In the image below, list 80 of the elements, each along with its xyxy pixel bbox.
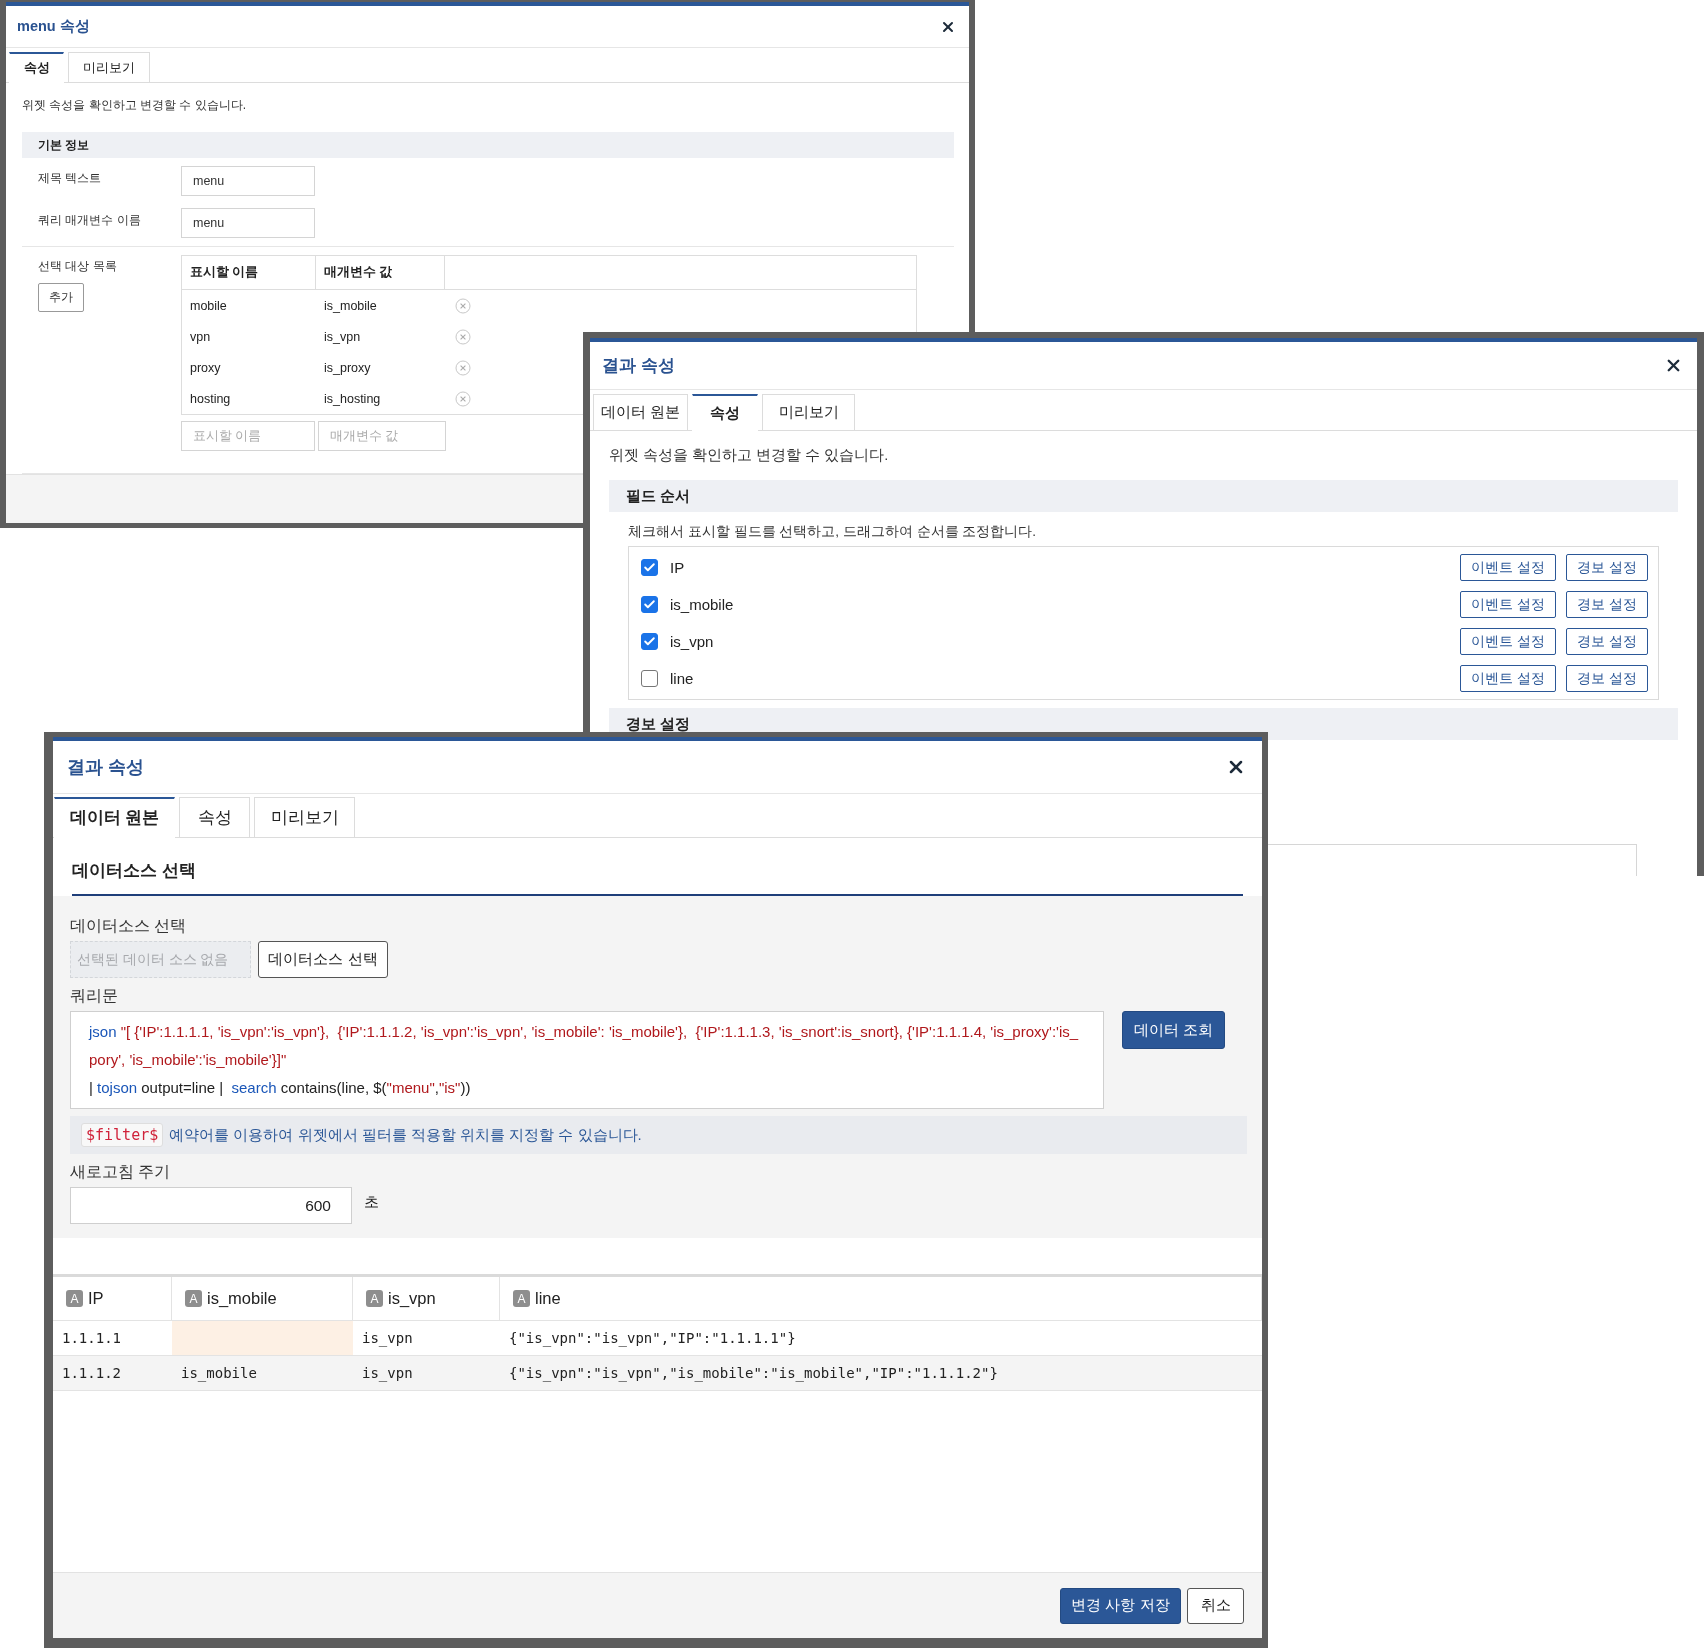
field-label: 쿼리문	[70, 986, 119, 1006]
table-cell-text: is_hosting	[323, 390, 382, 408]
tab[interactable]: 데이터 원본	[54, 797, 175, 838]
table-cell-text: is_mobile	[180, 1364, 258, 1384]
save-button[interactable]: 변경 사항 저장	[1060, 1587, 1181, 1624]
info-text: 예약어를 이용하여 위젯에서 필터를 적용할 위치를 지정할 수 있습니다.	[169, 1125, 642, 1145]
column-label: IP	[88, 1289, 104, 1308]
type-badge: A	[513, 1290, 530, 1307]
tab[interactable]: 미리보기	[254, 797, 355, 838]
event-settings-button[interactable]: 이벤트 설정	[1460, 665, 1557, 692]
field-label: 선택 대상 목록	[38, 258, 117, 275]
field-name: is_mobile	[670, 596, 735, 613]
description: 위젯 속성을 확인하고 변경할 수 있습니다.	[608, 446, 890, 465]
type-badge: A	[185, 1290, 202, 1307]
checkbox[interactable]	[641, 559, 658, 576]
description: 위젯 속성을 확인하고 변경할 수 있습니다.	[22, 97, 247, 114]
field-name: IP	[670, 559, 686, 576]
input-field[interactable]: menu	[181, 166, 315, 196]
tab[interactable]: 미리보기	[68, 52, 150, 83]
field-label: 새로고침 주기	[70, 1162, 172, 1182]
table-cell-text: {"is_vpn":"is_vpn","IP":"1.1.1.1"}	[508, 1329, 797, 1349]
check-icon	[643, 598, 656, 611]
check-icon	[643, 561, 656, 574]
column-label: is_mobile	[207, 1289, 277, 1308]
datasource-button[interactable]: 데이터소스 선택	[258, 941, 388, 978]
tab[interactable]: 속성	[692, 394, 758, 431]
checkbox[interactable]	[641, 670, 658, 687]
table-cell-text: 1.1.1.1	[61, 1329, 122, 1348]
alert-settings-button[interactable]: 경보 설정	[1566, 554, 1648, 581]
section-header: 기본 정보	[22, 132, 954, 158]
column-label: is_vpn	[388, 1289, 436, 1308]
event-settings-button[interactable]: 이벤트 설정	[1460, 554, 1557, 581]
type-badge: A	[366, 1290, 383, 1307]
field-name: is_vpn	[670, 633, 715, 650]
table-cell-text: is_vpn	[361, 1329, 414, 1349]
check-icon	[643, 635, 656, 648]
window-title: menu 속성	[17, 17, 90, 36]
query-editor[interactable]: json "[ {'IP':1.1.1.1, 'is_vpn':'is_vpn'}, {'IP':1.1.1.2, 'is_vpn':'is_vpn', 'is_mobile': 'is_mobile'}, {'IP':1.1.1.3, 'is_snort':is_snort}, {'IP':1.1.1.4, 'is_proxy':'is_pory', 'is_mobile':'is_mobile'}]" | tojson output=line | search contains(line, $("menu","is"))	[70, 1011, 1104, 1109]
field-label: 제목 텍스트	[37, 170, 103, 187]
alert-settings-button[interactable]: 경보 설정	[1566, 591, 1648, 618]
help-text: 체크해서 표시할 필드를 선택하고, 드래그하여 순서를 조정합니다.	[627, 523, 1037, 541]
window-title: 결과 속성	[67, 756, 144, 779]
tab[interactable]: 미리보기	[762, 394, 855, 431]
type-badge: A	[66, 1290, 83, 1307]
table-cell-text: mobile	[189, 297, 228, 315]
section-header: 필드 순서	[609, 480, 1678, 512]
alert-settings-button[interactable]: 경보 설정	[1566, 665, 1648, 692]
checkbox[interactable]	[641, 633, 658, 650]
input-field[interactable]: 표시할 이름	[181, 421, 315, 451]
table-cell-text: hosting	[189, 390, 232, 408]
table-cell-text: proxy	[189, 359, 222, 377]
unit-label: 초	[364, 1193, 379, 1212]
cancel-button[interactable]: 취소	[1187, 1587, 1244, 1624]
table-cell-text: 1.1.1.2	[61, 1364, 122, 1383]
field-label: 데이터소스 선택	[70, 916, 188, 936]
tab[interactable]: 속성	[9, 52, 64, 83]
column-header: 매개변수 값	[316, 256, 445, 289]
event-settings-button[interactable]: 이벤트 설정	[1460, 591, 1557, 618]
tab[interactable]: 데이터 원본	[593, 394, 688, 431]
column-label: line	[535, 1289, 561, 1308]
table-cell-text: is_mobile	[323, 297, 378, 315]
column-header: 표시할 이름	[182, 256, 316, 289]
window-title: 결과 속성	[602, 354, 675, 376]
checkbox[interactable]	[641, 596, 658, 613]
event-settings-button[interactable]: 이벤트 설정	[1460, 628, 1557, 655]
input-field[interactable]: menu	[181, 208, 315, 238]
input-field[interactable]: 매개변수 값	[318, 421, 446, 451]
table-cell-text: is_vpn	[323, 328, 362, 346]
refresh-field[interactable]: 600	[70, 1187, 352, 1224]
tab[interactable]: 속성	[179, 797, 250, 838]
code-snippet: $filter$	[81, 1123, 164, 1147]
table-cell-text: is_proxy	[323, 359, 372, 377]
table-cell-text: is_vpn	[361, 1364, 414, 1384]
field-label: 쿼리 매개변수 이름	[37, 212, 142, 229]
table-cell-text: vpn	[189, 328, 212, 346]
alert-settings-button[interactable]: 경보 설정	[1566, 628, 1648, 655]
add-button[interactable]: 추가	[38, 283, 84, 312]
query-button[interactable]: 데이터 조회	[1122, 1011, 1225, 1049]
table-cell-text: {"is_vpn":"is_vpn","is_mobile":"is_mobile","IP":"1.1.1.2"}	[508, 1364, 999, 1384]
field-name: line	[670, 670, 695, 687]
